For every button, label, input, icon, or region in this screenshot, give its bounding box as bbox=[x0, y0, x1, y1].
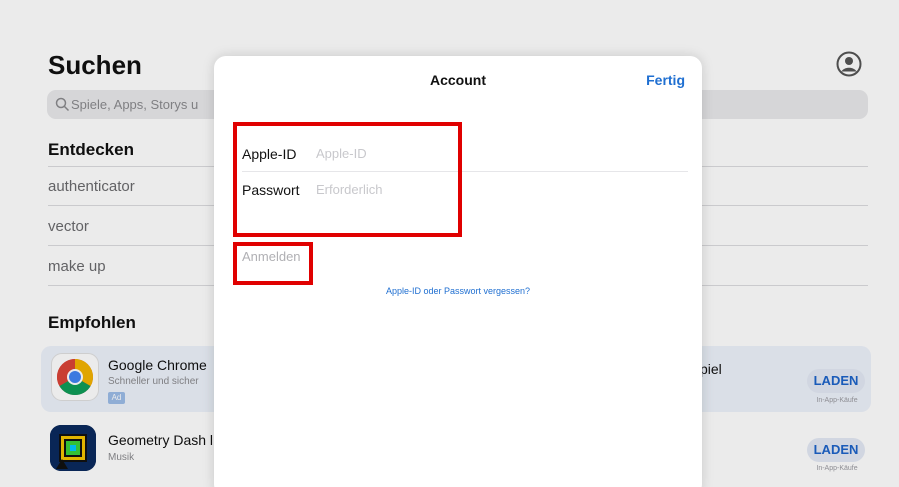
password-field[interactable] bbox=[316, 182, 656, 197]
password-label: Passwort bbox=[242, 182, 300, 198]
account-sheet: Account Fertig Apple-ID Passwort Anmelde… bbox=[214, 56, 702, 487]
apple-id-field[interactable] bbox=[316, 146, 656, 161]
forgot-credentials-link[interactable]: Apple-ID oder Passwort vergessen? bbox=[214, 286, 702, 296]
sign-in-button[interactable]: Anmelden bbox=[242, 249, 301, 264]
apple-id-label: Apple-ID bbox=[242, 146, 297, 162]
done-button[interactable]: Fertig bbox=[646, 72, 685, 88]
sheet-title: Account bbox=[430, 72, 486, 88]
app-store-screen: Suchen Spiele, Apps, Storys u Entdecken … bbox=[0, 0, 899, 487]
field-divider bbox=[242, 171, 688, 172]
